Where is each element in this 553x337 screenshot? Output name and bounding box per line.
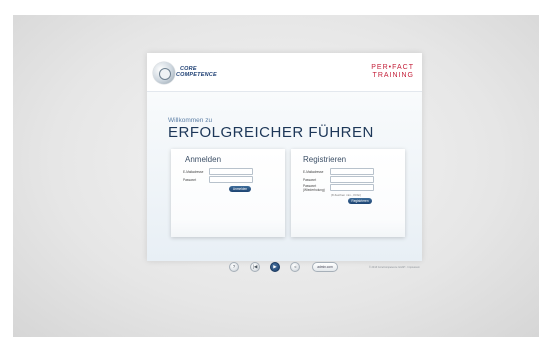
login-password-input[interactable] bbox=[209, 176, 253, 183]
help-button[interactable]: ? bbox=[229, 262, 239, 272]
play-button[interactable]: ▶ bbox=[270, 262, 280, 272]
register-button[interactable]: Registrieren bbox=[348, 198, 372, 204]
register-title: Registrieren bbox=[303, 155, 347, 164]
login-title: Anmelden bbox=[185, 155, 222, 164]
volume-button[interactable]: ◃ bbox=[290, 262, 300, 272]
password-hint: (8 Zeichen min., Kl/Gr) bbox=[331, 193, 362, 197]
perfact-training-logo: PER•FACT TRAINING bbox=[371, 64, 414, 80]
play-icon: ▶ bbox=[273, 264, 277, 269]
skip-back-icon: |◀ bbox=[252, 264, 258, 269]
brand-line1: PER•FACT bbox=[371, 64, 414, 71]
login-card: Anmelden E-Mailadresse Passwort Anmelden bbox=[171, 149, 285, 237]
welcome-text: Willkommen zu bbox=[168, 117, 213, 124]
register-card: Registrieren E-Mailadresse Passwort Pass… bbox=[291, 149, 405, 237]
back-button[interactable]: |◀ bbox=[250, 262, 260, 272]
register-password-input[interactable] bbox=[330, 176, 374, 183]
core-competence-logo: CORE COMPETENCE bbox=[176, 66, 217, 78]
brand-line2: TRAINING bbox=[372, 72, 414, 79]
footer-copyright: © 2013 CoreCompetence GmbH · Impressum bbox=[369, 266, 420, 269]
login-password-label: Passwort bbox=[183, 178, 197, 182]
register-email-input[interactable] bbox=[330, 168, 374, 175]
training-app-window: CORE COMPETENCE PER•FACT TRAINING Willko… bbox=[147, 53, 422, 261]
logo-line2: COMPETENCE bbox=[176, 71, 217, 78]
volume-icon: ◃ bbox=[293, 264, 297, 269]
player-controls: ? |◀ ▶ ◃ admin.com © 2013 CoreCompetence… bbox=[147, 261, 422, 275]
app-header: CORE COMPETENCE PER•FACT TRAINING bbox=[147, 53, 422, 92]
login-button[interactable]: Anmelden bbox=[229, 186, 251, 192]
login-email-input[interactable] bbox=[209, 168, 253, 175]
account-button[interactable]: admin.com bbox=[312, 262, 338, 272]
register-password-repeat-input[interactable] bbox=[330, 184, 374, 191]
core-competence-logo-icon bbox=[153, 62, 175, 84]
register-password-label: Passwort bbox=[303, 178, 317, 182]
page-title: ERFOLGREICHER FÜHREN bbox=[168, 124, 374, 141]
login-email-label: E-Mailadresse bbox=[183, 170, 204, 174]
register-password-repeat-label: Passwort (Wiederholung) bbox=[303, 184, 325, 192]
register-email-label: E-Mailadresse bbox=[303, 170, 324, 174]
help-icon: ? bbox=[232, 264, 236, 269]
